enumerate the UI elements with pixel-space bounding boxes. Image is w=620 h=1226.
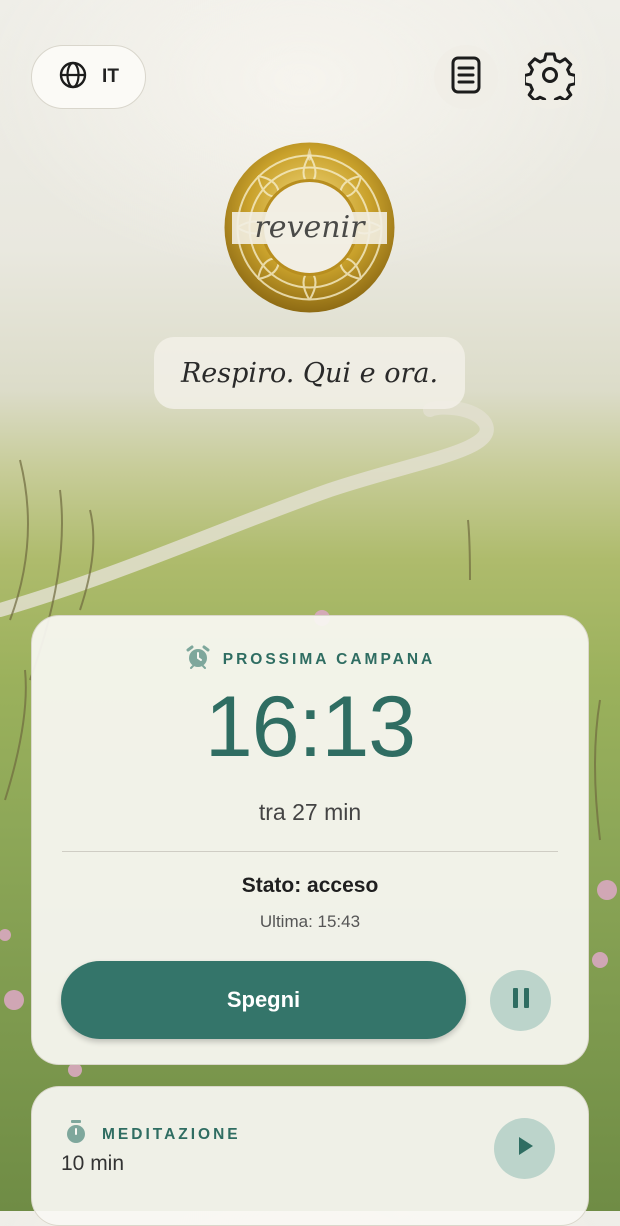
play-button[interactable] xyxy=(494,1118,555,1179)
logo-wordmark: revenir xyxy=(254,210,366,245)
turn-off-button[interactable]: Spegni xyxy=(61,961,466,1039)
pause-button[interactable] xyxy=(490,970,551,1031)
status-text: Stato: acceso xyxy=(241,874,379,897)
play-icon xyxy=(514,1134,536,1163)
next-bell-card: PROSSIMA CAMPANA 16:13 tra 27 min Stato:… xyxy=(31,615,589,1065)
gear-icon xyxy=(522,50,578,107)
meditation-header: MEDITAZIONE xyxy=(64,1119,241,1150)
next-bell-time: 16:13 xyxy=(204,679,416,775)
last-bell-text: Ultima: 15:43 xyxy=(259,912,361,931)
notes-button[interactable] xyxy=(434,45,498,109)
language-code: IT xyxy=(102,66,119,87)
divider xyxy=(62,851,558,852)
tagline: Respiro. Qui e ora. xyxy=(154,337,465,409)
meditation-card[interactable]: MEDITAZIONE 10 min xyxy=(31,1086,589,1226)
alarm-clock-icon xyxy=(185,644,211,675)
winding-path xyxy=(0,400,494,617)
meditation-duration: 10 min xyxy=(61,1152,125,1175)
settings-button[interactable] xyxy=(518,45,582,109)
next-bell-header: PROSSIMA CAMPANA xyxy=(32,644,588,675)
document-icon xyxy=(450,56,482,99)
turn-off-label: Spegni xyxy=(226,987,301,1012)
pause-icon xyxy=(510,986,532,1015)
globe-icon xyxy=(58,60,88,95)
meditation-label: MEDITAZIONE xyxy=(102,1125,241,1143)
next-bell-label: PROSSIMA CAMPANA xyxy=(222,650,436,668)
language-button[interactable]: IT xyxy=(31,45,146,109)
time-until: tra 27 min xyxy=(258,799,362,825)
timer-icon xyxy=(64,1119,88,1150)
revenir-logo: revenir xyxy=(222,140,397,315)
